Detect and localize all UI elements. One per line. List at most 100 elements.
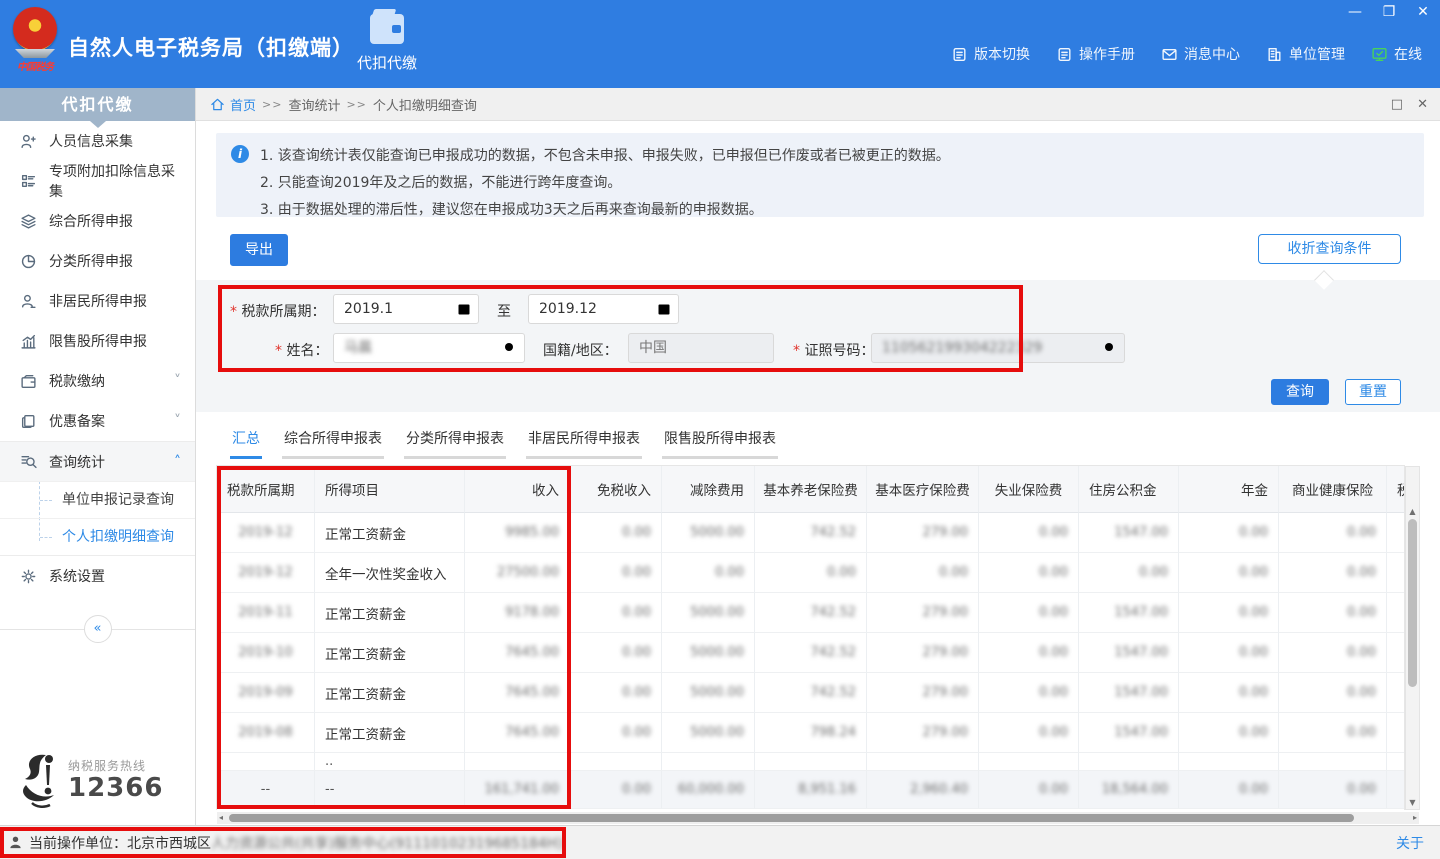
horizontal-scroll-thumb[interactable]: [229, 814, 1354, 822]
table-row[interactable]: 2019-12正常工资薪金9985.000.005000.00742.52279…: [217, 513, 1405, 553]
table-cell: 279.00: [867, 513, 979, 553]
table-cell: 正常工资薪金: [315, 713, 465, 753]
logo-caption: 中国税务: [8, 58, 62, 73]
table-row[interactable]: 2019-08正常工资薪金7645.000.005000.00798.24279…: [217, 713, 1405, 753]
table-cell: ..: [315, 753, 465, 771]
copy-icon: [20, 413, 37, 430]
tab-非居民所得申报表[interactable]: 非居民所得申报表: [526, 428, 642, 459]
vertical-scrollbar[interactable]: ▲ ▼: [1405, 466, 1420, 810]
breadcrumb-item[interactable]: 查询统计: [288, 95, 340, 114]
table-cell-value: ..: [325, 754, 333, 769]
window-close-icon[interactable]: ✕: [1414, 4, 1432, 20]
name-input[interactable]: 马晨: [333, 333, 525, 363]
table-row[interactable]: 2019-09正常工资薪金7645.000.005000.00742.52279…: [217, 673, 1405, 713]
table-totals-row[interactable]: ----161,741.000.0060,000.008,951.162,960…: [217, 771, 1405, 809]
table-cell: [570, 753, 662, 771]
export-button[interactable]: 导出: [230, 234, 288, 266]
period-from-input[interactable]: 2019.1: [333, 294, 479, 324]
column-header-所得项目[interactable]: 所得项目: [315, 466, 465, 513]
column-header-税款所属期[interactable]: 税款所属期: [217, 466, 315, 513]
table-cell-value: 正常工资薪金: [325, 643, 406, 663]
sidebar-item-优惠备案[interactable]: 优惠备案˅: [0, 401, 195, 441]
tab-汇总[interactable]: 汇总: [230, 428, 262, 459]
table-cell: 0.00: [1279, 593, 1387, 633]
content-restore-icon[interactable]: □: [1391, 97, 1403, 112]
reset-button[interactable]: 重置: [1345, 379, 1401, 405]
column-header-商业健康保险[interactable]: 商业健康保险: [1279, 466, 1387, 513]
user-plus-icon: [20, 133, 37, 150]
column-header-年金[interactable]: 年金: [1179, 466, 1279, 513]
magnifier-icon[interactable]: [1102, 340, 1118, 356]
sidebar-item-税款缴纳[interactable]: 税款缴纳˅: [0, 361, 195, 401]
header-link-在线[interactable]: 在线: [1371, 44, 1422, 64]
search-button[interactable]: 查询: [1271, 379, 1329, 405]
table-cell: 0.00: [1279, 513, 1387, 553]
sidebar-collapse-button[interactable]: «: [84, 615, 112, 643]
content-close-icon[interactable]: ✕: [1417, 97, 1428, 112]
sidebar-item-综合所得申报[interactable]: 综合所得申报: [0, 201, 195, 241]
table-cell-value: --: [325, 782, 334, 797]
table-cell: [1387, 753, 1405, 771]
table-cell: 0.00: [867, 553, 979, 593]
table-cell: 0.00: [1279, 553, 1387, 593]
sidebar-item-分类所得申报[interactable]: 分类所得申报: [0, 241, 195, 281]
table-row[interactable]: 2019-11正常工资薪金9178.000.005000.00742.52279…: [217, 593, 1405, 633]
vertical-scroll-thumb[interactable]: [1408, 519, 1417, 687]
table-cell-value: 0.00: [1347, 565, 1376, 580]
sidebar-collapse-row: «: [0, 610, 195, 650]
horizontal-scrollbar[interactable]: ◂ ▸: [217, 812, 1419, 824]
sidebar-subitem-个人扣缴明细查询[interactable]: 个人扣缴明细查询: [0, 518, 195, 555]
calendar-icon[interactable]: [656, 301, 672, 317]
sidebar-item-人员信息采集[interactable]: 人员信息采集: [0, 121, 195, 161]
sidebar-item-label: 系统设置: [49, 566, 105, 586]
sidebar-item-限售股所得申报[interactable]: 限售股所得申报: [0, 321, 195, 361]
header-link-版本切换[interactable]: 版本切换: [951, 44, 1030, 64]
table-cell: 0.00: [1179, 771, 1279, 809]
header-link-操作手册[interactable]: 操作手册: [1056, 44, 1135, 64]
tab-daikoudaijiao[interactable]: 代扣代缴: [344, 14, 430, 73]
sidebar-item-查询统计[interactable]: 查询统计˄: [0, 441, 195, 481]
column-header-减除费用[interactable]: 减除费用: [662, 466, 755, 513]
app-header: — ❐ ✕ 中国税务 自然人电子税务局（扣缴端） 代扣代缴 版本切换操作手册消息…: [0, 0, 1440, 88]
scroll-right-icon[interactable]: ▸: [1413, 812, 1417, 824]
table-cell: 0.00: [979, 673, 1079, 713]
table-cell-value: 5000.00: [690, 685, 744, 700]
column-header-免税收入[interactable]: 免税收入: [570, 466, 662, 513]
column-header-收入[interactable]: 收入: [465, 466, 570, 513]
scroll-down-icon[interactable]: ▼: [1406, 798, 1419, 807]
sidebar-item-系统设置[interactable]: 系统设置: [0, 556, 195, 596]
sidebar-subitem-单位申报记录查询[interactable]: 单位申报记录查询: [0, 481, 195, 518]
column-header-失业保险费[interactable]: 失业保险费: [979, 466, 1079, 513]
magnifier-icon[interactable]: [502, 340, 518, 356]
about-link[interactable]: 关于: [1396, 833, 1424, 853]
scroll-up-icon[interactable]: ▲: [1406, 507, 1419, 516]
doc-icon: [1056, 46, 1073, 63]
table-cell-value: 0.00: [1239, 725, 1268, 740]
period-to-input[interactable]: 2019.12: [528, 294, 679, 324]
table-cell: 279.00: [867, 673, 979, 713]
table-cell-value: 0.00: [622, 605, 651, 620]
table-cell: 0.00: [979, 553, 1079, 593]
tab-综合所得申报表[interactable]: 综合所得申报表: [282, 428, 384, 459]
column-header-基本医疗保险费[interactable]: 基本医疗保险费: [867, 466, 979, 513]
column-header-住房公积金[interactable]: 住房公积金: [1079, 466, 1179, 513]
column-header-税[interactable]: 税: [1387, 466, 1405, 513]
header-link-消息中心[interactable]: 消息中心: [1161, 44, 1240, 64]
table-row-partial[interactable]: ..: [217, 753, 1405, 771]
breadcrumb-home[interactable]: 首页: [230, 95, 256, 114]
scroll-left-icon[interactable]: ◂: [219, 812, 223, 824]
user-silhouette-icon: [8, 835, 23, 850]
collapse-query-button[interactable]: 收折查询条件: [1258, 234, 1401, 264]
window-restore-icon[interactable]: ❐: [1380, 4, 1398, 20]
table-row[interactable]: 2019-12全年一次性奖金收入27500.000.000.000.000.00…: [217, 553, 1405, 593]
sidebar-item-非居民所得申报[interactable]: 非居民所得申报: [0, 281, 195, 321]
window-minimize-icon[interactable]: —: [1346, 4, 1364, 20]
tab-限售股所得申报表[interactable]: 限售股所得申报表: [662, 428, 778, 459]
header-link-单位管理[interactable]: 单位管理: [1266, 44, 1345, 64]
column-header-基本养老保险费[interactable]: 基本养老保险费: [755, 466, 867, 513]
table-row[interactable]: 2019-10正常工资薪金7645.000.005000.00742.52279…: [217, 633, 1405, 673]
sidebar-item-专项附加扣除信息采集[interactable]: 专项附加扣除信息采集: [0, 161, 195, 201]
calendar-icon[interactable]: [456, 301, 472, 317]
table-cell-value: 0.00: [1039, 605, 1068, 620]
tab-分类所得申报表[interactable]: 分类所得申报表: [404, 428, 506, 459]
